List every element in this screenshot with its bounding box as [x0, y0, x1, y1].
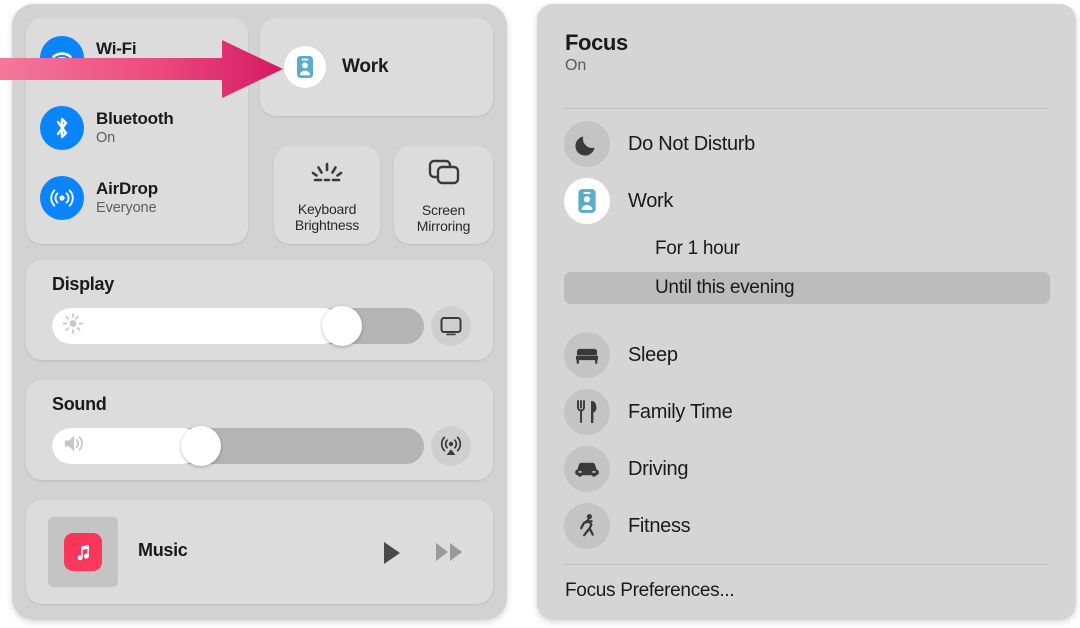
sound-card: Sound	[26, 380, 493, 480]
screen-mirroring-icon	[426, 157, 462, 192]
keyboard-brightness-icon	[305, 158, 349, 191]
connectivity-row-wifi[interactable]: Wi-Fi lion-luma	[40, 30, 154, 86]
next-track-button[interactable]	[435, 540, 465, 564]
wifi-icon	[40, 36, 84, 80]
display-card: Display	[26, 260, 493, 360]
control-center-panel: Wi-Fi lion-luma Bluetooth On AirDrop Eve…	[12, 4, 507, 620]
divider	[564, 564, 1049, 565]
sound-volume-slider[interactable]	[52, 426, 424, 466]
airplay-audio-icon	[440, 436, 462, 455]
focus-mode-label: Driving	[628, 457, 689, 480]
focus-mode-fitness[interactable]: Fitness	[564, 503, 691, 549]
car-icon	[564, 446, 610, 492]
focus-duration-until-this-evening[interactable]: Until this evening	[564, 272, 1050, 304]
music-title: Music	[138, 540, 188, 560]
focus-mode-label: Do Not Disturb	[628, 132, 755, 155]
screen-mirroring-tile[interactable]: Screen Mirroring	[394, 146, 493, 244]
focus-mode-work[interactable]: Work	[564, 178, 673, 224]
focus-mode-do-not-disturb[interactable]: Do Not Disturb	[564, 121, 755, 167]
focus-panel-title: Focus	[565, 30, 628, 55]
play-icon	[384, 542, 400, 564]
display-options-button[interactable]	[431, 306, 471, 346]
divider	[564, 108, 1049, 109]
connectivity-title: Bluetooth	[96, 109, 174, 128]
brightness-icon	[62, 313, 84, 340]
focus-mode-family-time[interactable]: Family Time	[564, 389, 733, 435]
airdrop-icon	[40, 176, 84, 220]
play-button[interactable]	[381, 540, 403, 566]
connectivity-text-airdrop: AirDrop Everyone	[96, 179, 158, 217]
music-card: Music	[26, 500, 493, 604]
slider-fill	[52, 308, 343, 344]
focus-mode-label: Fitness	[628, 514, 691, 537]
connectivity-title: AirDrop	[96, 179, 158, 198]
focus-mode-label: Family Time	[628, 400, 733, 423]
bluetooth-icon	[40, 106, 84, 150]
focus-work-tile[interactable]: Work	[260, 18, 493, 116]
focus-mode-sleep[interactable]: Sleep	[564, 332, 678, 378]
focus-preferences-link[interactable]: Focus Preferences...	[565, 580, 735, 602]
display-brightness-slider[interactable]	[52, 306, 424, 346]
connectivity-subtitle: On	[96, 130, 116, 146]
runner-icon	[564, 503, 610, 549]
slider-track	[52, 308, 424, 344]
utensils-icon	[564, 389, 610, 435]
focus-duration-for-1-hour[interactable]: For 1 hour	[564, 233, 1050, 265]
focus-mode-label: Sleep	[628, 343, 678, 366]
keyboard-brightness-label: Keyboard Brightness	[295, 201, 359, 233]
work-badge-icon	[564, 178, 610, 224]
focus-mode-driving[interactable]: Driving	[564, 446, 688, 492]
moon-icon	[564, 121, 610, 167]
apple-music-icon	[64, 533, 102, 571]
connectivity-subtitle: Everyone	[96, 200, 157, 216]
focus-popover-panel: Focus On Do Not Disturb Work For 1 hour …	[537, 4, 1076, 620]
album-artwork	[48, 517, 118, 587]
tile-line-2: Brightness	[294, 216, 360, 233]
focus-duration-label: For 1 hour	[655, 238, 740, 259]
connectivity-text-bluetooth: Bluetooth On	[96, 109, 174, 147]
connectivity-text-wifi: Wi-Fi lion-luma	[96, 39, 154, 77]
connectivity-title: Wi-Fi	[96, 39, 137, 58]
tile-line-1: Screen	[421, 201, 466, 218]
tile-line-1: Keyboard	[297, 200, 357, 217]
sound-title: Sound	[52, 394, 107, 414]
keyboard-brightness-tile[interactable]: Keyboard Brightness	[274, 146, 380, 244]
slider-knob[interactable]	[180, 426, 221, 466]
slider-track	[52, 428, 424, 464]
tile-line-2: Mirroring	[416, 217, 471, 234]
work-badge-icon	[284, 46, 326, 88]
sound-output-button[interactable]	[431, 426, 471, 466]
connectivity-row-bluetooth[interactable]: Bluetooth On	[40, 100, 174, 156]
focus-header: Focus On	[565, 30, 628, 76]
focus-panel-status: On	[565, 57, 587, 74]
connectivity-card: Wi-Fi lion-luma Bluetooth On AirDrop Eve…	[26, 18, 248, 244]
display-title: Display	[52, 274, 114, 294]
bed-icon	[564, 332, 610, 378]
screen-mirroring-label: Screen Mirroring	[416, 201, 471, 234]
focus-mode-label: Work	[628, 189, 674, 212]
focus-duration-label: Until this evening	[655, 277, 795, 298]
slider-knob[interactable]	[322, 306, 363, 346]
connectivity-row-airdrop[interactable]: AirDrop Everyone	[40, 170, 158, 226]
fast-forward-icon	[436, 543, 462, 561]
focus-tile-label: Work	[342, 56, 389, 77]
connectivity-subtitle: lion-luma	[96, 60, 154, 76]
display-icon	[440, 317, 462, 336]
volume-icon	[62, 433, 88, 460]
